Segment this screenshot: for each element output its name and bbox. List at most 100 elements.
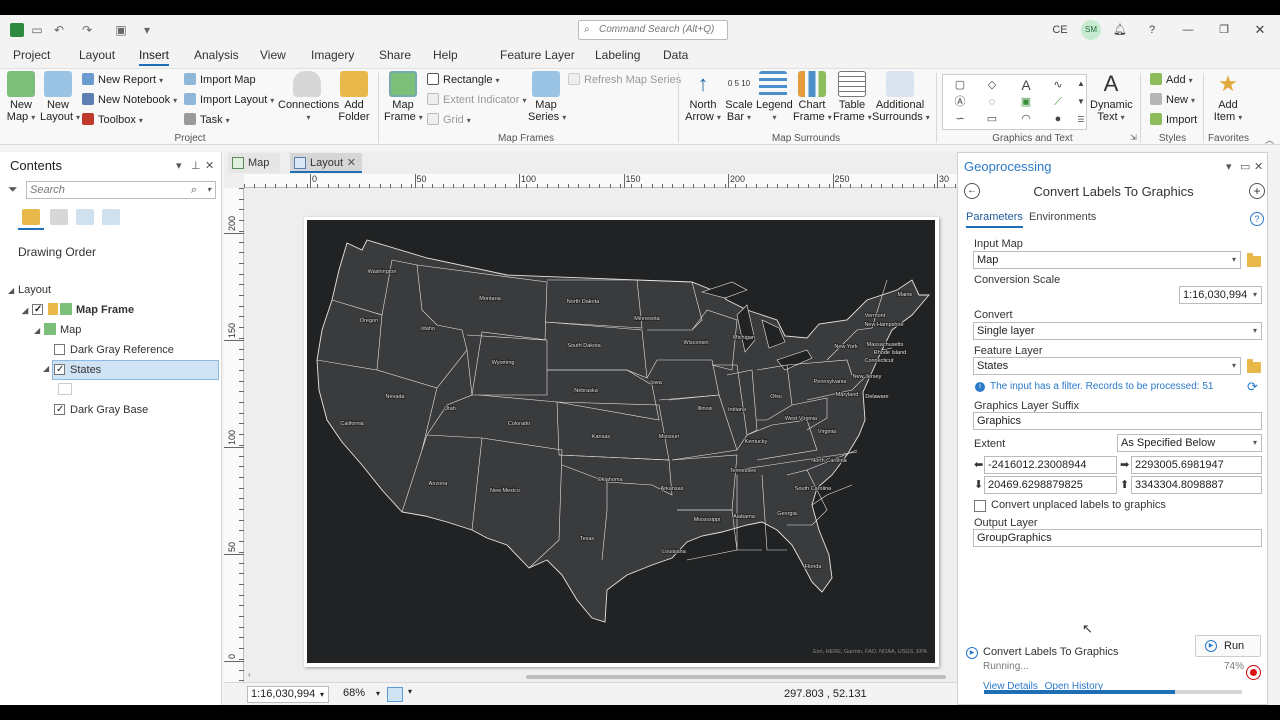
circle-text-icon[interactable]: Ⓐ — [953, 95, 967, 109]
pane-menu-icon[interactable]: ▾ — [176, 159, 182, 172]
browse-folder-icon[interactable] — [1247, 253, 1261, 267]
convert-select[interactable]: Single layer ▾ — [973, 322, 1262, 340]
save-icon[interactable]: ▭ — [30, 23, 44, 37]
help-icon[interactable]: ? — [1144, 21, 1160, 39]
maximize-pane-icon[interactable]: ▭ — [1240, 160, 1250, 173]
scale-bar-button[interactable]: 0 5 10 Scale Bar ▾ — [724, 71, 754, 124]
new-layout-button[interactable]: New Layout ▾ — [40, 71, 80, 124]
tab-project[interactable]: Project — [13, 48, 50, 62]
redo-icon[interactable]: ↷ — [80, 23, 94, 37]
project-folder-icon[interactable]: ▣ — [114, 23, 128, 37]
list-by-editing-icon[interactable] — [102, 209, 120, 225]
quick-access-customize-icon[interactable]: ▾ — [140, 23, 154, 37]
rectangle-button[interactable]: Rectangle ▾ — [427, 71, 500, 89]
lasso-icon[interactable]: ◌ — [985, 95, 999, 109]
table-frame-button[interactable]: Table Frame ▾ — [833, 71, 872, 124]
chevron-down-icon[interactable]: ▾ — [408, 687, 412, 696]
close-pane-icon[interactable]: ✕ — [1254, 160, 1263, 173]
view-details-link[interactable]: View Details — [983, 681, 1038, 692]
list-by-source-icon[interactable] — [50, 209, 68, 225]
tab-data[interactable]: Data — [663, 48, 688, 62]
visibility-checkbox[interactable] — [54, 361, 65, 379]
tab-feature-layer[interactable]: Feature Layer — [500, 48, 575, 62]
map-frame-button[interactable]: Map Frame ▾ — [384, 71, 423, 124]
snapping-icon[interactable] — [387, 687, 403, 702]
grid-button[interactable]: Grid ▾ — [427, 111, 471, 129]
tree-item-layout[interactable]: ◢ Layout — [8, 281, 51, 299]
tab-labeling[interactable]: Labeling — [595, 48, 640, 62]
expand-collapse-icon[interactable]: ◢ — [43, 364, 53, 373]
additional-surrounds-button[interactable]: Additional Surrounds ▾ — [872, 71, 930, 124]
restore-icon[interactable]: ❐ — [1216, 21, 1232, 39]
tree-item-dark-gray-base[interactable]: Dark Gray Base — [54, 401, 148, 419]
user-initials[interactable]: CE — [1050, 21, 1070, 39]
north-arrow-button[interactable]: ↑ North Arrow ▾ — [684, 71, 722, 124]
dialog-launcher-icon[interactable]: ⇲ — [1130, 133, 1137, 142]
tree-item-map-frame[interactable]: ◢Map Frame — [22, 301, 134, 319]
new-map-button[interactable]: New Map ▾ — [4, 71, 38, 124]
gallery-expand-icon[interactable]: ☰ — [1074, 113, 1088, 127]
dynamic-text-button[interactable]: A Dynamic Text ▾ — [1090, 71, 1133, 124]
extent-indicator-button[interactable]: Extent Indicator ▾ — [427, 91, 526, 109]
connections-button[interactable]: Connections ▾ — [278, 71, 339, 124]
avatar[interactable]: SM — [1081, 20, 1101, 40]
scrollbar-thumb[interactable] — [526, 675, 946, 679]
pin-icon[interactable]: ⊥ — [191, 159, 201, 172]
minimize-icon[interactable]: — — [1180, 21, 1196, 39]
new-report-button[interactable]: New Report ▾ — [82, 71, 163, 89]
map-series-button[interactable]: Map Series ▾ — [528, 71, 566, 124]
open-history-link[interactable]: Open History — [1045, 681, 1103, 692]
graphics-gallery[interactable]: ▢ ◇ A ∿ Ⓐ ◌ ▣ ⟋ ∽ ▭ ◠ ● ▲ ▼ ☰ — [942, 74, 1087, 130]
style-add-button[interactable]: Add ▾ — [1150, 71, 1193, 89]
tab-insert[interactable]: Insert — [139, 48, 170, 66]
tab-analysis[interactable]: Analysis — [194, 48, 239, 62]
conversion-scale-input[interactable]: 1:16,030,994 ▾ — [1179, 286, 1262, 304]
close-tab-icon[interactable]: ✕ — [347, 153, 356, 173]
filter-icon[interactable]: ⏷ — [8, 182, 18, 197]
extent-bottom-input[interactable]: 20469.6298879825 — [984, 476, 1117, 494]
curve-icon[interactable]: ∽ — [953, 112, 967, 126]
scroll-left-icon[interactable]: ‹ — [248, 670, 251, 679]
command-search-input[interactable]: ⌕ Command Search (Alt+Q) — [578, 20, 728, 40]
layout-page[interactable]: Washington Oregon California Idaho Nevada Mon… — [304, 217, 939, 667]
map-frame[interactable]: Washington Oregon California Idaho Nevada Mon… — [307, 220, 935, 663]
gallery-scroll-down-icon[interactable]: ▼ — [1074, 95, 1088, 109]
toolbox-button[interactable]: Toolbox ▾ — [82, 111, 143, 129]
refresh-map-series-button[interactable]: Refresh Map Series — [568, 71, 681, 89]
visibility-checkbox[interactable] — [32, 301, 43, 319]
arc-icon[interactable]: ◠ — [1019, 112, 1033, 126]
doc-tab-map[interactable]: Map — [228, 153, 280, 173]
curved-text-icon[interactable]: ∿ — [1051, 78, 1065, 92]
list-by-drawing-order-icon[interactable] — [22, 209, 40, 225]
stop-button[interactable] — [1246, 665, 1261, 680]
new-notebook-button[interactable]: New Notebook ▾ — [82, 91, 177, 109]
graphics-layer-suffix-input[interactable]: Graphics — [973, 412, 1262, 430]
list-by-selection-icon[interactable] — [76, 209, 94, 225]
visibility-checkbox[interactable] — [54, 401, 65, 419]
tab-imagery[interactable]: Imagery — [311, 48, 354, 62]
tree-item-states[interactable]: States — [52, 360, 219, 380]
import-layout-button[interactable]: Import Layout ▾ — [184, 91, 274, 109]
rectangle-icon[interactable]: ▭ — [985, 112, 999, 126]
collapse-ribbon-icon[interactable]: ︿ — [1265, 133, 1274, 146]
point-icon[interactable]: ● — [1051, 112, 1065, 126]
style-new-button[interactable]: New ▾ — [1150, 91, 1195, 109]
tab-environments[interactable]: Environments — [1029, 211, 1096, 223]
close-pane-icon[interactable]: ✕ — [205, 159, 214, 172]
lock-icon[interactable] — [48, 303, 58, 315]
pane-menu-icon[interactable]: ▾ — [1226, 160, 1232, 173]
output-layer-input[interactable]: GroupGraphics — [973, 529, 1262, 547]
feature-layer-select[interactable]: States ▾ — [973, 357, 1241, 375]
tree-item-map[interactable]: ◢ Map — [34, 321, 81, 339]
polygon-text-icon[interactable]: ◇ — [985, 78, 999, 92]
close-icon[interactable]: ✕ — [1252, 21, 1268, 39]
symbol-swatch[interactable] — [58, 383, 72, 395]
style-import-button[interactable]: Import — [1150, 111, 1197, 129]
visibility-checkbox[interactable] — [54, 344, 65, 355]
doc-tab-layout[interactable]: Layout ✕ — [290, 153, 362, 173]
extent-left-input[interactable]: -2416012.23008944 — [984, 456, 1117, 474]
add-folder-button[interactable]: Add Folder — [338, 71, 370, 123]
tab-view[interactable]: View — [260, 48, 286, 62]
tab-layout[interactable]: Layout — [79, 48, 115, 62]
tab-share[interactable]: Share — [379, 48, 411, 62]
